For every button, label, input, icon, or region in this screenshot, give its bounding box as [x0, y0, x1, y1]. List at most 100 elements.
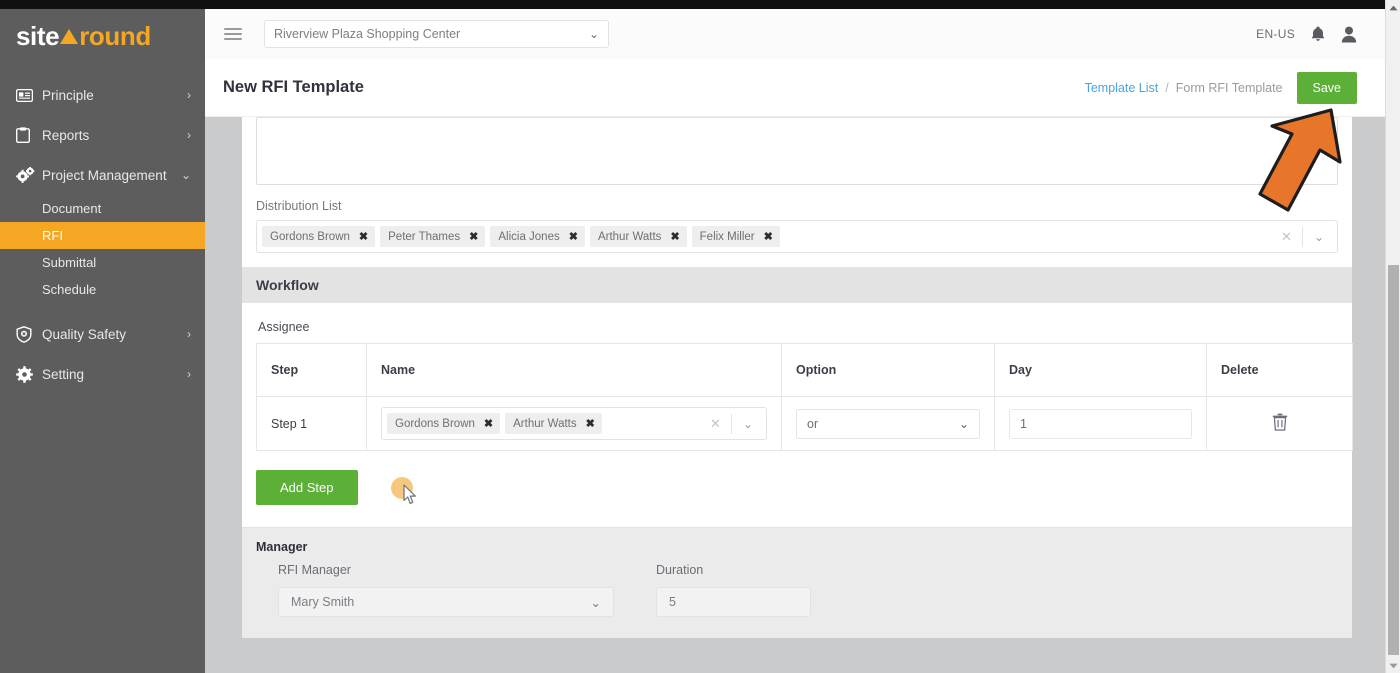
- sidebar-item-rfi[interactable]: RFI: [0, 222, 205, 249]
- sidebar-item-label: Quality Safety: [42, 326, 127, 342]
- breadcrumb-current: Form RFI Template: [1175, 80, 1283, 95]
- app-logo[interactable]: site round: [0, 9, 205, 64]
- chip-label: Gordons Brown: [395, 417, 475, 430]
- clear-all-icon[interactable]: ✕: [700, 416, 731, 432]
- assignee-chip-group: Gordons Brown ✖ Arthur Watts ✖: [387, 413, 602, 434]
- page-title: New RFI Template: [223, 78, 364, 96]
- manager-fields-row: RFI Manager Mary Smith ⌄ Duration 5: [256, 563, 1338, 617]
- chip-remove-icon[interactable]: ✖: [670, 230, 679, 243]
- column-header-name: Name: [366, 343, 782, 397]
- distribution-chip-group: Gordons Brown ✖ Peter Thames ✖ Alicia Jo…: [262, 226, 780, 247]
- assignee-multiselect[interactable]: Gordons Brown ✖ Arthur Watts ✖ ✕ ⌄: [381, 407, 767, 440]
- option-select[interactable]: or ⌄: [796, 408, 980, 439]
- cell-name: Gordons Brown ✖ Arthur Watts ✖ ✕ ⌄: [366, 396, 782, 451]
- day-input[interactable]: 1: [1009, 408, 1192, 439]
- breadcrumb: Template List / Form RFI Template Save: [1085, 71, 1385, 104]
- chevron-down-icon: ⌄: [590, 595, 601, 610]
- chip-remove-icon[interactable]: ✖: [469, 230, 478, 243]
- logo-triangle-icon: [60, 29, 79, 44]
- chip-remove-icon[interactable]: ✖: [586, 417, 595, 430]
- chip-remove-icon[interactable]: ✖: [484, 417, 493, 430]
- page-scroll-area: Distribution List Gordons Brown ✖ Peter …: [205, 117, 1385, 673]
- cell-day: 1: [994, 396, 1207, 451]
- chevron-down-icon[interactable]: ⌄: [732, 417, 764, 431]
- sidebar-item-label: Setting: [42, 366, 85, 382]
- chevron-right-icon: ›: [187, 327, 191, 341]
- distribution-list-label: Distribution List: [256, 199, 342, 213]
- duration-input[interactable]: 5: [656, 587, 811, 617]
- add-step-button[interactable]: Add Step: [256, 470, 358, 505]
- rfi-manager-field-group: RFI Manager Mary Smith ⌄: [278, 563, 656, 617]
- project-select-value: Riverview Plaza Shopping Center: [274, 27, 461, 41]
- assignee-chip[interactable]: Gordons Brown ✖: [387, 413, 501, 434]
- table-row: Step 1 Gordons Brown ✖ Arthur Watts ✖ ✕ …: [256, 396, 1353, 451]
- chip-remove-icon[interactable]: ✖: [569, 230, 578, 243]
- duration-value: 5: [669, 595, 676, 609]
- chip-label: Arthur Watts: [513, 417, 577, 430]
- distribution-chip[interactable]: Felix Miller ✖: [691, 226, 780, 247]
- top-bar: Riverview Plaza Shopping Center ⌄ EN-US: [205, 9, 1385, 59]
- duration-field-group: Duration 5: [656, 563, 811, 617]
- assignee-table: Step Name Option Day Delete Step 1 Gordo…: [256, 343, 1353, 451]
- chevron-down-icon: ⌄: [180, 168, 191, 182]
- chip-remove-icon[interactable]: ✖: [764, 230, 773, 243]
- rfi-manager-select[interactable]: Mary Smith ⌄: [278, 587, 614, 617]
- page-sub-header: New RFI Template Template List / Form RF…: [205, 59, 1385, 117]
- breadcrumb-template-list-link[interactable]: Template List: [1085, 81, 1159, 95]
- sidebar-item-submittal[interactable]: Submittal: [0, 249, 205, 276]
- logo-text-round: round: [79, 21, 151, 51]
- chevron-down-icon: ⌄: [588, 27, 599, 41]
- click-highlight: [390, 476, 416, 504]
- app-root: site round Principle › Reports › Project…: [0, 0, 1400, 673]
- window-top-strip: [0, 0, 1400, 9]
- chip-label: Peter Thames: [388, 230, 461, 243]
- scrollbar-thumb[interactable]: [1388, 265, 1399, 655]
- table-header-row: Step Name Option Day Delete: [256, 343, 1353, 397]
- main-region: Riverview Plaza Shopping Center ⌄ EN-US …: [205, 9, 1385, 673]
- clear-all-icon[interactable]: ✕: [1271, 229, 1302, 245]
- chip-label: Arthur Watts: [597, 230, 662, 243]
- project-select[interactable]: Riverview Plaza Shopping Center ⌄: [264, 20, 609, 48]
- trash-icon[interactable]: [1272, 413, 1288, 431]
- sidebar-item-reports[interactable]: Reports ›: [0, 115, 205, 155]
- form-card: Distribution List Gordons Brown ✖ Peter …: [242, 117, 1353, 638]
- shield-icon: [16, 325, 42, 343]
- gear-icon: [16, 365, 42, 383]
- chip-remove-icon[interactable]: ✖: [359, 230, 368, 243]
- assignee-chip[interactable]: Arthur Watts ✖: [505, 413, 602, 434]
- add-step-row: Add Step: [256, 451, 1338, 527]
- sidebar-item-setting[interactable]: Setting ›: [0, 354, 205, 394]
- rfi-manager-label: RFI Manager: [278, 563, 351, 577]
- sidebar-item-principle[interactable]: Principle ›: [0, 75, 205, 115]
- distribution-chip[interactable]: Alicia Jones ✖: [490, 226, 585, 247]
- sidebar-item-document[interactable]: Document: [0, 195, 205, 222]
- sidebar-item-schedule[interactable]: Schedule: [0, 276, 205, 303]
- clipboard-icon: [16, 127, 42, 143]
- chip-label: Alicia Jones: [498, 230, 560, 243]
- vertical-scrollbar[interactable]: [1385, 0, 1400, 673]
- breadcrumb-separator: /: [1165, 80, 1169, 95]
- bell-icon[interactable]: [1311, 26, 1325, 42]
- sidebar-item-label: Principle: [42, 87, 94, 103]
- column-header-day: Day: [994, 343, 1207, 397]
- day-input-value: 1: [1020, 416, 1027, 431]
- hamburger-icon[interactable]: [224, 28, 242, 40]
- cell-option: or ⌄: [781, 396, 995, 451]
- distribution-chip[interactable]: Gordons Brown ✖: [262, 226, 376, 247]
- save-button[interactable]: Save: [1296, 71, 1357, 104]
- id-card-icon: [16, 88, 42, 102]
- language-selector[interactable]: EN-US: [1256, 27, 1295, 41]
- sidebar-item-quality-safety[interactable]: Quality Safety ›: [0, 314, 205, 354]
- scroll-up-arrow-icon[interactable]: [1386, 0, 1400, 15]
- sidebar-item-project-management[interactable]: Project Management ⌄: [0, 155, 205, 195]
- description-textarea[interactable]: [256, 117, 1338, 185]
- distribution-chip[interactable]: Arthur Watts ✖: [589, 226, 687, 247]
- sidebar: site round Principle › Reports › Project…: [0, 9, 205, 673]
- distribution-chip[interactable]: Peter Thames ✖: [380, 226, 486, 247]
- sidebar-subitem-label: Document: [42, 201, 102, 216]
- user-avatar-icon[interactable]: [1341, 26, 1357, 43]
- chevron-down-icon[interactable]: ⌄: [1303, 230, 1335, 244]
- distribution-list-multiselect[interactable]: Gordons Brown ✖ Peter Thames ✖ Alicia Jo…: [256, 220, 1338, 253]
- scroll-down-arrow-icon[interactable]: [1386, 658, 1400, 673]
